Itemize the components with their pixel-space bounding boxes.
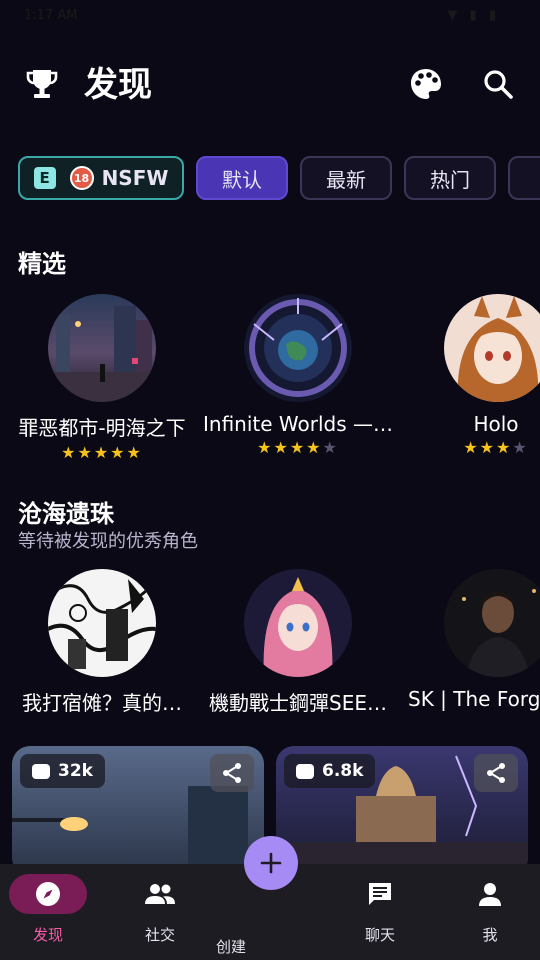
share-button[interactable] bbox=[210, 754, 254, 792]
avatar bbox=[244, 294, 352, 402]
create-button[interactable] bbox=[244, 836, 298, 890]
featured-card-3[interactable]: Holo ★★★★ bbox=[394, 294, 540, 457]
nav-label: 社交 bbox=[144, 926, 175, 944]
nav-icon-bg bbox=[341, 874, 419, 914]
gem-card-3[interactable]: SK | The Forg bbox=[394, 569, 540, 711]
nav-label: 发现 bbox=[32, 926, 63, 944]
comment-count-value: 32k bbox=[58, 761, 93, 781]
avatar bbox=[48, 294, 156, 402]
comment-count: 6.8k bbox=[284, 754, 376, 788]
nav-label: 聊天 bbox=[364, 926, 395, 944]
hidden-gems-subtitle: 等待被发现的优秀角色 bbox=[18, 531, 198, 552]
comment-icon bbox=[32, 763, 50, 779]
share-icon bbox=[487, 763, 505, 783]
character-name: 我打宿傩？真的… bbox=[22, 691, 182, 715]
header: 发现 bbox=[0, 56, 540, 116]
comment-icon bbox=[296, 763, 314, 779]
create-label: 创建 bbox=[216, 938, 247, 956]
tab-newest[interactable]: 最新 bbox=[300, 156, 392, 200]
trophy-icon[interactable] bbox=[24, 66, 60, 102]
explicit-badge-icon: E bbox=[33, 167, 56, 189]
nav-icon-bg bbox=[121, 874, 199, 914]
status-time: 1:17 AM bbox=[24, 8, 78, 23]
gem-card-1[interactable]: 我打宿傩？真的… bbox=[2, 569, 202, 716]
nav-me[interactable]: 我 bbox=[436, 864, 540, 960]
featured-card-2[interactable]: Infinite Worlds —… ★★★★★ bbox=[198, 294, 398, 457]
star-rating: ★★★★★ bbox=[61, 443, 143, 462]
hidden-gems-title: 沧海遗珠 bbox=[18, 500, 114, 528]
nav-label: 我 bbox=[482, 926, 498, 944]
nsfw-label: NSFW bbox=[101, 166, 169, 190]
tab-hot[interactable]: 热门 bbox=[404, 156, 496, 200]
compass-icon bbox=[36, 882, 60, 906]
featured-title: 精选 bbox=[18, 250, 66, 278]
palette-icon[interactable] bbox=[408, 66, 444, 102]
star-rating: ★★★★ bbox=[463, 438, 529, 457]
people-icon bbox=[145, 884, 175, 904]
search-icon[interactable] bbox=[480, 66, 516, 102]
character-name: Infinite Worlds —… bbox=[203, 412, 393, 436]
avatar bbox=[444, 569, 540, 677]
comment-count-value: 6.8k bbox=[322, 761, 364, 781]
nav-icon-bg bbox=[9, 874, 87, 914]
nav-icon-bg bbox=[451, 874, 529, 914]
nav-social[interactable]: 社交 bbox=[106, 864, 214, 960]
star-rating: ★★★★★ bbox=[257, 438, 339, 457]
share-icon bbox=[223, 763, 241, 783]
comment-count: 32k bbox=[20, 754, 105, 788]
feed-card-1[interactable]: 32k bbox=[12, 746, 264, 876]
person-icon bbox=[479, 883, 501, 906]
avatar bbox=[444, 294, 540, 402]
status-bar: 1:17 AM ▼ ▮ ▮ bbox=[0, 0, 540, 34]
character-name: 機動戰士鋼彈SEE… bbox=[209, 691, 387, 715]
nav-discover[interactable]: 发现 bbox=[0, 864, 102, 960]
chat-icon bbox=[369, 883, 391, 905]
nav-chat[interactable]: 聊天 bbox=[326, 864, 434, 960]
status-icons: ▼ ▮ ▮ bbox=[447, 8, 500, 23]
character-name: Holo bbox=[473, 412, 519, 436]
plus-icon bbox=[260, 852, 282, 874]
featured-card-1[interactable]: 罪恶都市-明海之下 ★★★★★ bbox=[2, 294, 202, 462]
filter-chips: E 18 NSFW 默认 最新 热门 最 bbox=[18, 156, 540, 204]
feed-card-2[interactable]: 6.8k bbox=[276, 746, 528, 876]
avatar bbox=[48, 569, 156, 677]
page-title: 发现 bbox=[84, 65, 152, 105]
avatar bbox=[244, 569, 352, 677]
bottom-nav: 发现 社交 创建 聊天 我 bbox=[0, 836, 540, 960]
tab-more[interactable]: 最 bbox=[508, 156, 540, 200]
character-name: SK | The Forg bbox=[408, 687, 540, 711]
nsfw-toggle[interactable]: E 18 NSFW bbox=[18, 156, 184, 200]
share-button[interactable] bbox=[474, 754, 518, 792]
age-18-icon: 18 bbox=[69, 166, 94, 190]
character-name: 罪恶都市-明海之下 bbox=[18, 416, 186, 440]
tab-default[interactable]: 默认 bbox=[196, 156, 288, 200]
gem-card-2[interactable]: 機動戰士鋼彈SEE… bbox=[198, 569, 398, 716]
